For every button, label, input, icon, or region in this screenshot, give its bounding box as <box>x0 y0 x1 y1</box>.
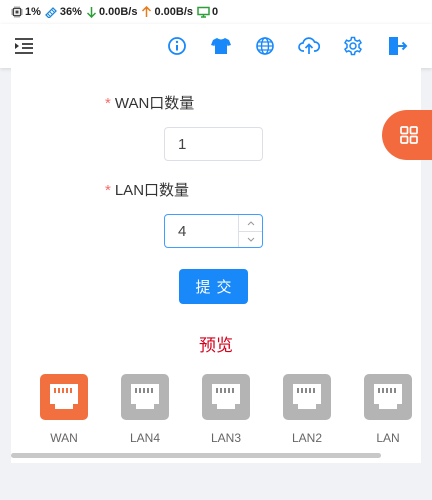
port-label: LAN2 <box>291 431 323 445</box>
ethernet-port-icon <box>293 384 321 409</box>
download-status: 0.00B/s <box>86 6 138 18</box>
memory-icon <box>44 7 57 18</box>
port-lan <box>364 374 412 420</box>
devices-status: 0 <box>197 6 218 18</box>
ethernet-port-icon <box>212 384 240 409</box>
logout-icon <box>389 37 408 55</box>
memory-value: 36% <box>59 6 82 18</box>
upgrade-button[interactable] <box>295 32 323 60</box>
port-config-card: * WAN口数量 1 * LAN口数量 4 提交 预览 WAN LAN4 LAN3 LAN… <box>11 68 421 463</box>
arrow-up-icon <box>142 6 152 17</box>
lan-count-input[interactable]: 4 <box>164 214 263 248</box>
port-label: LAN4 <box>129 431 161 445</box>
download-speed: 0.00B/s <box>98 6 138 18</box>
lan-count-label: * LAN口数量 <box>105 182 190 199</box>
info-button[interactable] <box>163 32 191 60</box>
required-mark: * <box>105 95 111 112</box>
wan-count-label: * WAN口数量 <box>105 95 195 112</box>
ethernet-port-icon <box>131 384 159 409</box>
floating-menu-button[interactable] <box>382 110 432 160</box>
menu-toggle-button[interactable] <box>10 32 38 60</box>
info-icon <box>168 37 186 55</box>
port-label: WAN <box>50 431 78 445</box>
port-label: LAN <box>376 431 400 445</box>
increment-button[interactable] <box>239 215 262 231</box>
chevron-down-icon <box>247 237 254 242</box>
wan-count-input[interactable]: 1 <box>164 127 263 161</box>
port-lan4 <box>121 374 169 420</box>
cloud-upload-icon <box>298 37 320 54</box>
grid-icon <box>400 126 418 144</box>
chevron-up-icon <box>247 220 254 225</box>
monitor-icon <box>197 6 210 18</box>
menu-indent-icon <box>15 38 33 54</box>
logout-button[interactable] <box>383 32 411 60</box>
port-lan3 <box>202 374 250 420</box>
port-label: LAN3 <box>210 431 242 445</box>
wan-count-value: 1 <box>178 135 187 153</box>
required-mark: * <box>105 182 111 199</box>
lan-count-stepper <box>238 215 262 247</box>
upload-speed: 0.00B/s <box>154 6 193 18</box>
arrow-down-icon <box>86 7 96 18</box>
preview-title: 预览 <box>199 336 233 355</box>
port-lan2 <box>283 374 331 420</box>
gear-icon <box>344 36 362 56</box>
language-button[interactable] <box>251 32 279 60</box>
ethernet-port-icon <box>374 384 402 409</box>
horizontal-scrollbar[interactable] <box>11 453 381 458</box>
lan-count-value: 4 <box>178 222 187 240</box>
top-toolbar <box>0 24 432 68</box>
theme-button[interactable] <box>207 32 235 60</box>
status-bar: 1% 36% 0.00B/s 0.00B/s 0 <box>0 0 432 24</box>
decrement-button[interactable] <box>239 231 262 247</box>
globe-icon <box>256 37 274 55</box>
cpu-value: 1% <box>25 6 41 18</box>
memory-status: 36% <box>44 6 82 18</box>
ethernet-port-icon <box>50 384 78 409</box>
settings-button[interactable] <box>339 32 367 60</box>
tshirt-icon <box>211 38 231 54</box>
port-wan <box>40 374 88 420</box>
devices-count: 0 <box>212 6 219 18</box>
cpu-icon <box>11 6 23 18</box>
submit-button[interactable]: 提交 <box>179 269 248 304</box>
upload-status: 0.00B/s <box>141 6 193 18</box>
cpu-status: 1% <box>11 6 41 18</box>
